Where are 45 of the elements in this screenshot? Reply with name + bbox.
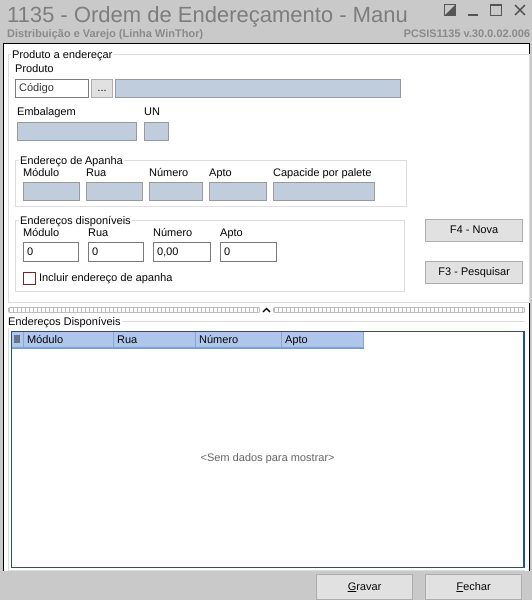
- group-title: Endereço de Apanha: [19, 154, 124, 167]
- field-label: Embalagem: [17, 106, 77, 119]
- address-field: [209, 182, 267, 201]
- address-field[interactable]: 0: [88, 242, 144, 262]
- field-label: Apto: [209, 166, 233, 180]
- field-label: UN: [144, 106, 161, 119]
- browse-button[interactable]: ...: [91, 78, 113, 98]
- action-button[interactable]: F3 - Pesquisar: [425, 260, 523, 284]
- column-header[interactable]: Número: [196, 332, 282, 349]
- window-subtitle: Distribuição e Varejo (Linha WinThor): [7, 28, 204, 40]
- address-field[interactable]: 0: [23, 242, 79, 262]
- footer-button[interactable]: Fechar: [425, 574, 522, 600]
- field-label: Rua: [88, 226, 110, 240]
- field-label: Capacide por palete: [273, 166, 372, 180]
- field-label: Módulo: [23, 226, 60, 240]
- field-label: Número: [153, 226, 194, 240]
- field-label: Produto: [15, 62, 55, 76]
- field-label: Rua: [86, 166, 108, 180]
- footer-button[interactable]: Gravar: [316, 574, 413, 600]
- field-label: Número: [149, 166, 190, 180]
- close-icon[interactable]: [514, 4, 526, 16]
- address-field[interactable]: 0,00: [153, 242, 211, 262]
- group-title: Produto a endereçar: [11, 48, 114, 61]
- version-label: PCSIS1135 v.30.0.02.006: [404, 28, 530, 40]
- address-field: [149, 182, 203, 201]
- field-label: Apto: [220, 226, 244, 240]
- code-field[interactable]: Código: [15, 78, 89, 98]
- address-field: [23, 182, 80, 201]
- column-header[interactable]: Módulo: [24, 332, 114, 349]
- group-title: Endereços disponíveis: [19, 214, 132, 227]
- column-chooser-icon[interactable]: [12, 332, 24, 349]
- empty-message: <Sem dados para mostrar>: [200, 452, 334, 464]
- restore-icon[interactable]: [444, 4, 456, 16]
- address-field: [86, 182, 143, 201]
- include-pick-checkbox[interactable]: Incluir endereço de apanha: [23, 272, 397, 285]
- column-header[interactable]: Apto: [282, 332, 364, 349]
- action-button[interactable]: F4 - Nova: [425, 218, 523, 242]
- field-label: Módulo: [23, 166, 60, 180]
- window-title: 1135 - Ordem de Endereçamento - Manu: [7, 2, 408, 28]
- address-field[interactable]: 0: [220, 242, 277, 262]
- maximize-icon[interactable]: [490, 4, 502, 16]
- group-title: Endereços Disponíveis: [7, 316, 122, 328]
- column-header[interactable]: Rua: [114, 332, 196, 349]
- unit-field: [144, 122, 169, 141]
- collapse-icon[interactable]: [262, 306, 271, 313]
